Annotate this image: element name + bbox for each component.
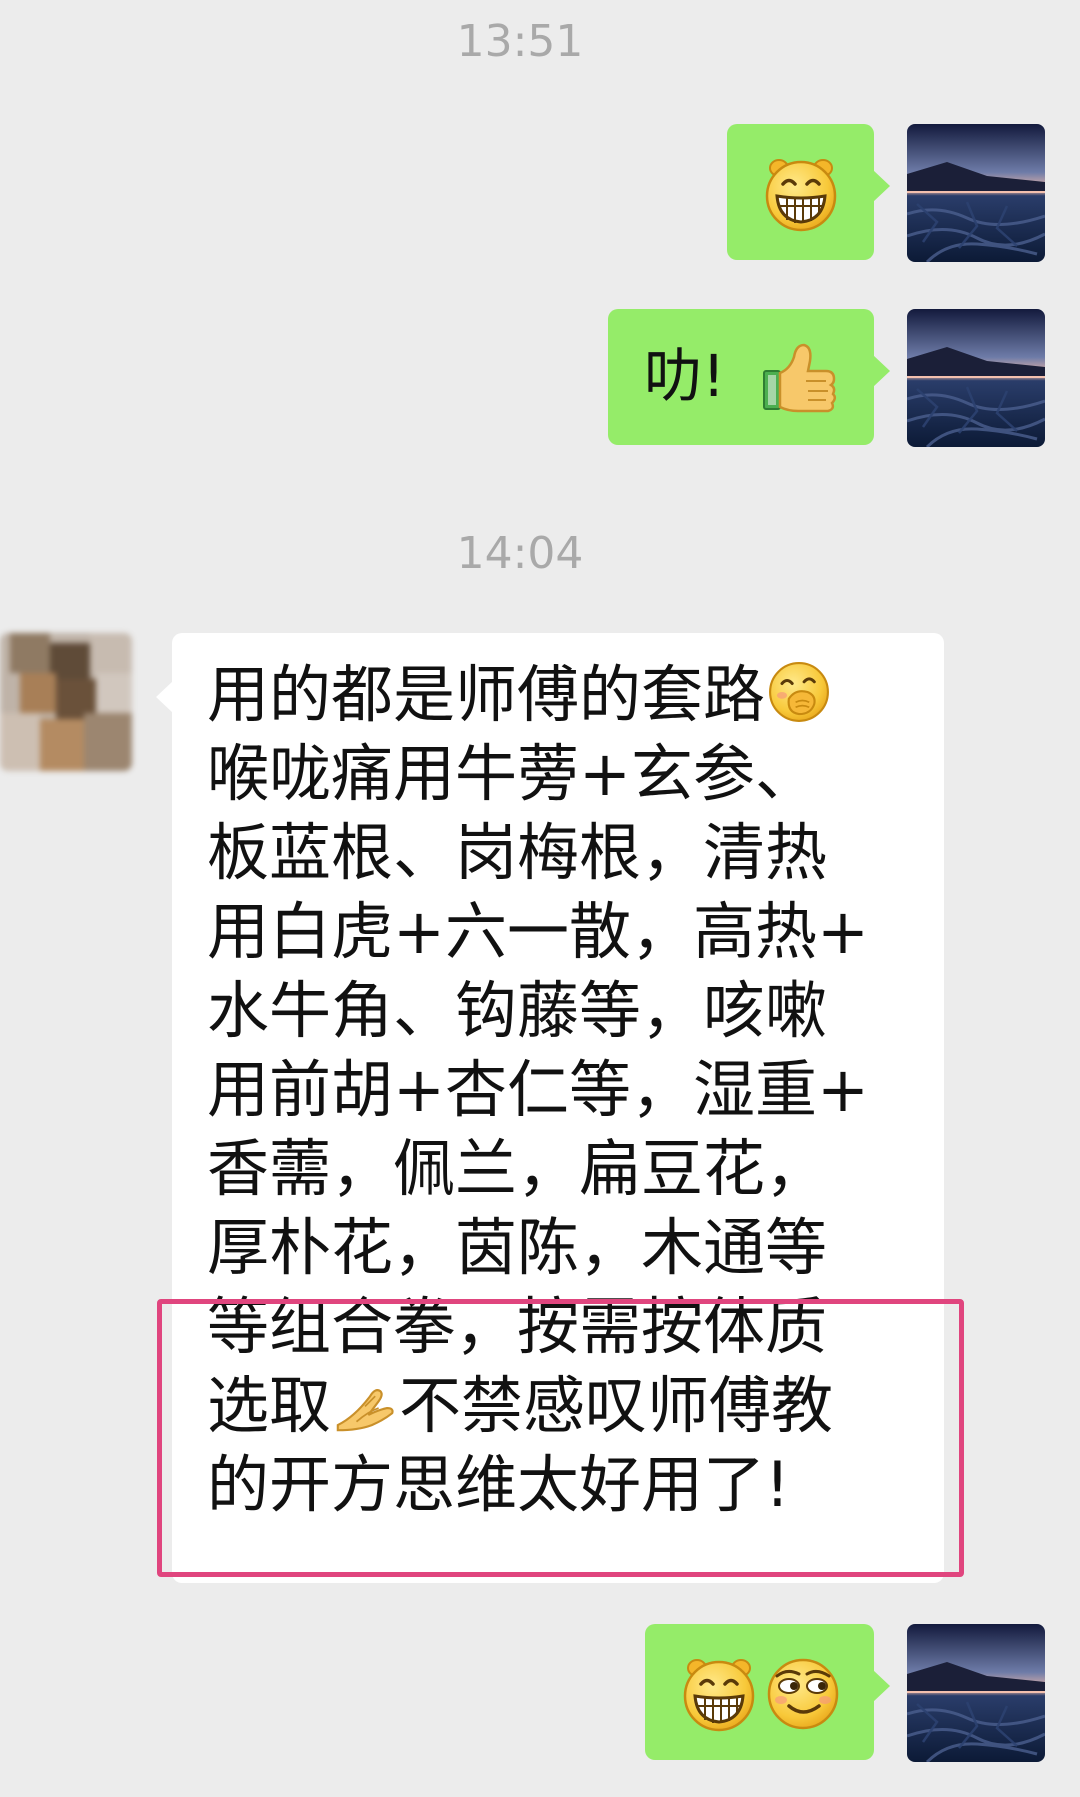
message-text: 叻! bbox=[644, 342, 726, 410]
message-line: 用白虎+六一散，高热+ bbox=[207, 895, 869, 968]
message-line: 香薷，佩兰，扁豆花， bbox=[207, 1132, 828, 1205]
message-line: 水牛角、钩藤等，咳嗽 bbox=[207, 974, 828, 1047]
thumbs-up-icon bbox=[758, 337, 838, 417]
my-avatar[interactable] bbox=[907, 124, 1045, 262]
my-message-bubble[interactable] bbox=[727, 124, 890, 260]
highlight-box bbox=[157, 1299, 964, 1577]
message-line: 用的都是师傅的套路 bbox=[207, 655, 917, 734]
timestamp: 13:51 bbox=[456, 16, 584, 67]
my-avatar[interactable] bbox=[907, 309, 1045, 447]
message-line: 用前胡+杏仁等，湿重+ bbox=[207, 1053, 869, 1126]
grin-icon bbox=[679, 1654, 759, 1734]
smug-face-icon bbox=[763, 1654, 843, 1734]
message-line: 厚朴花，茵陈，木通等 bbox=[207, 1211, 828, 1284]
grin-icon bbox=[761, 154, 841, 234]
timestamp: 14:04 bbox=[456, 528, 584, 579]
my-message-bubble[interactable] bbox=[645, 1624, 890, 1760]
cover-mouth-smile-icon bbox=[765, 658, 833, 726]
message-line: 板蓝根、岗梅根，清热 bbox=[207, 816, 828, 889]
contact-avatar[interactable] bbox=[0, 633, 132, 771]
my-message-bubble[interactable]: 叻! bbox=[608, 309, 890, 445]
message-line: 喉咙痛用牛蒡+玄参、 bbox=[207, 737, 817, 810]
my-avatar[interactable] bbox=[907, 1624, 1045, 1762]
